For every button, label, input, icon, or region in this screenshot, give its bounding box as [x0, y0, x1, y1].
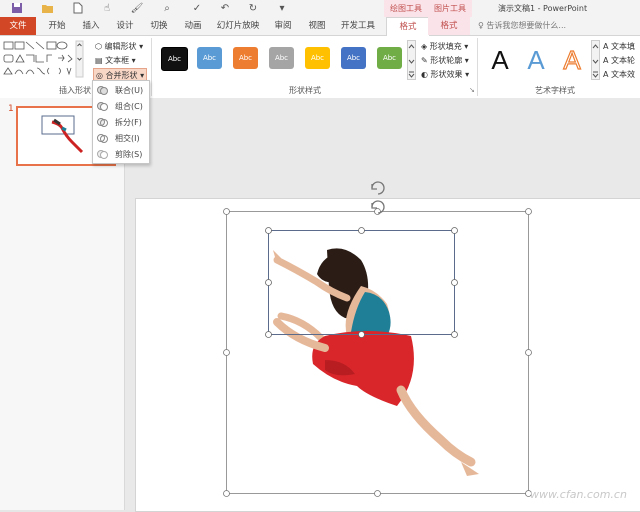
- slide-number: 1: [8, 104, 14, 114]
- menu-item-union[interactable]: 联合(U): [93, 83, 149, 98]
- outer-selection-frame[interactable]: [222, 176, 534, 500]
- group-label-shape-styles: 形状样式: [289, 86, 321, 95]
- combine-icon: [97, 101, 108, 112]
- redo-icon[interactable]: ↻: [246, 2, 260, 15]
- text-effects-icon: A: [603, 70, 612, 79]
- tab-home[interactable]: 开始: [42, 17, 72, 35]
- tab-format-picture[interactable]: 格式: [428, 17, 470, 35]
- edit-shape-button[interactable]: ⬡ 编辑形状 ▾: [95, 40, 143, 53]
- subtract-icon: [97, 149, 108, 160]
- tab-design[interactable]: 设计: [110, 17, 140, 35]
- menu-item-intersect[interactable]: 相交(I): [93, 131, 149, 146]
- tab-slideshow[interactable]: 幻灯片放映: [212, 17, 264, 35]
- tab-file[interactable]: 文件: [0, 17, 36, 35]
- shape-style-swatch-7[interactable]: Abc: [377, 47, 402, 69]
- context-label-drawing-tools: 绘图工具: [384, 0, 428, 17]
- open-icon[interactable]: [40, 2, 54, 15]
- text-effects-button[interactable]: A 文本效: [603, 68, 635, 81]
- merge-shapes-icon: ◎: [96, 71, 106, 80]
- text-outline-button[interactable]: A 文本轮: [603, 54, 635, 67]
- context-label-picture-tools: 图片工具: [428, 0, 472, 17]
- menu-item-subtract[interactable]: 剪除(S): [93, 147, 149, 162]
- tell-me-text: 告诉我您想要做什么...: [486, 21, 567, 30]
- pen-icon: ✎: [421, 56, 431, 65]
- group-label-wordart-styles: 艺术字样式: [535, 86, 575, 95]
- intersect-icon: [97, 133, 108, 144]
- undo-icon[interactable]: ↶: [218, 2, 232, 15]
- wordart-style-2[interactable]: A: [519, 44, 553, 76]
- group-separator: [151, 38, 152, 96]
- group-separator: [477, 38, 478, 96]
- format-painter-icon[interactable]: 🖌: [130, 2, 144, 15]
- tab-review[interactable]: 审阅: [268, 17, 298, 35]
- tab-insert[interactable]: 插入: [76, 17, 106, 35]
- tell-me-box[interactable]: ♀ 告诉我您想要做什么...: [478, 17, 566, 35]
- union-icon: [97, 85, 108, 96]
- edit-shape-icon: ⬡: [95, 42, 105, 51]
- wordart-styles-scroll[interactable]: [591, 40, 600, 80]
- tab-transitions[interactable]: 切换: [144, 17, 174, 35]
- rotate-handle-icon[interactable]: [371, 181, 385, 195]
- shape-style-swatch-5[interactable]: Abc: [305, 47, 330, 69]
- menu-item-fragment[interactable]: 拆分(F): [93, 115, 149, 130]
- tab-animations[interactable]: 动画: [178, 17, 208, 35]
- touch-mode-icon[interactable]: ☝: [100, 2, 114, 15]
- text-box-button[interactable]: ▤ 文本框 ▾: [95, 54, 136, 67]
- shape-style-swatch-3[interactable]: Abc: [233, 47, 258, 69]
- effects-icon: ◐: [421, 70, 431, 79]
- paint-bucket-icon: ◈: [421, 42, 430, 51]
- shapes-gallery[interactable]: [3, 40, 85, 80]
- new-icon[interactable]: [70, 2, 84, 15]
- text-box-icon: ▤: [95, 56, 106, 65]
- tab-view[interactable]: 视图: [302, 17, 332, 35]
- shape-style-swatch-4[interactable]: Abc: [269, 47, 294, 69]
- shape-fill-button[interactable]: ◈ 形状填充 ▾: [421, 40, 468, 53]
- window-title: 演示文稿1 - PowerPoint: [498, 4, 588, 13]
- print-preview-icon[interactable]: ⌕: [160, 2, 174, 15]
- merge-shapes-menu: 联合(U) 组合(C) 拆分(F) 相交(I) 剪除(S): [92, 80, 150, 164]
- shape-styles-scroll[interactable]: [407, 40, 416, 80]
- dialog-launcher-icon[interactable]: ↘: [469, 86, 475, 94]
- save-icon[interactable]: [10, 2, 24, 15]
- shape-style-swatch-1[interactable]: Abc: [161, 47, 188, 71]
- text-fill-button[interactable]: A 文本填: [603, 40, 635, 53]
- text-fill-icon: A: [603, 42, 612, 51]
- watermark: www.cfan.com.cn: [530, 488, 627, 501]
- tab-format-drawing[interactable]: 格式: [386, 17, 430, 36]
- menu-item-combine[interactable]: 组合(C): [93, 99, 149, 114]
- spelling-icon[interactable]: ✓: [190, 2, 204, 15]
- shape-style-swatch-2[interactable]: Abc: [197, 47, 222, 69]
- text-outline-icon: A: [603, 56, 612, 65]
- shape-style-swatch-6[interactable]: Abc: [341, 47, 366, 69]
- customize-qat-icon[interactable]: ▾: [275, 2, 289, 15]
- wordart-style-3[interactable]: A: [555, 44, 589, 76]
- tab-developer[interactable]: 开发工具: [336, 17, 380, 35]
- wordart-style-1[interactable]: A: [483, 44, 517, 76]
- fragment-icon: [97, 117, 108, 128]
- shape-outline-button[interactable]: ✎ 形状轮廓 ▾: [421, 54, 469, 67]
- shape-effects-button[interactable]: ◐ 形状效果 ▾: [421, 68, 469, 81]
